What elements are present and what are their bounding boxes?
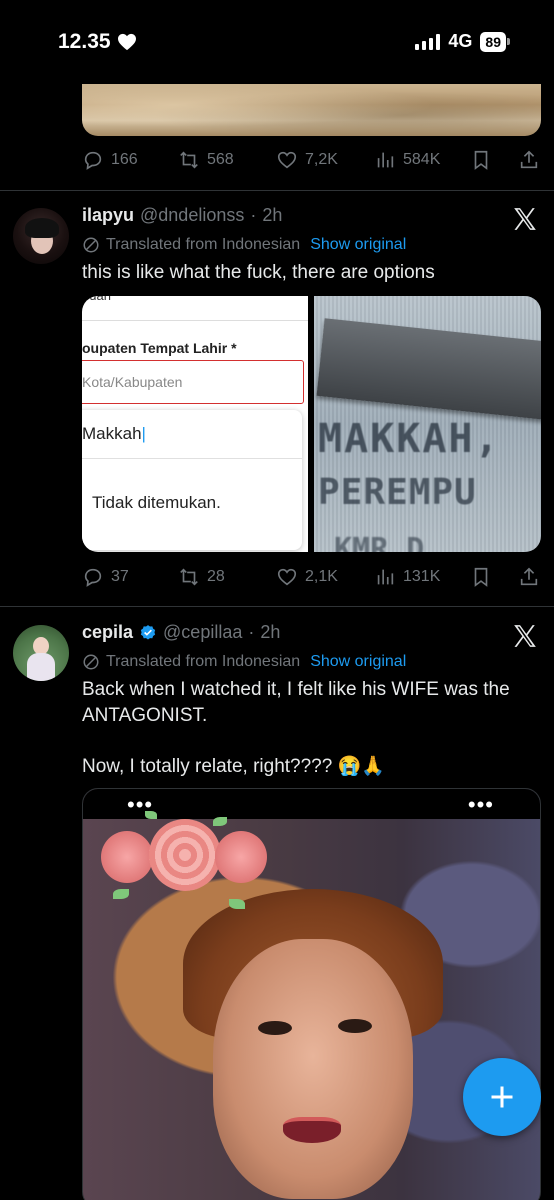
id-text-1: MAKKAH, xyxy=(318,416,501,462)
reply-icon xyxy=(84,568,102,587)
views-icon xyxy=(377,152,394,168)
separator-dot: · xyxy=(248,622,255,642)
feed-divider xyxy=(0,190,554,191)
form-label: oupaten Tempat Lahir * xyxy=(82,340,237,356)
bookmark-button[interactable] xyxy=(470,149,492,171)
repost-button[interactable]: 568 xyxy=(178,149,234,171)
tweet-header: cepila @cepillaa · 2h xyxy=(82,622,280,643)
share-icon xyxy=(520,150,538,169)
translate-icon xyxy=(83,237,99,253)
show-original-link[interactable]: Show original xyxy=(310,653,406,671)
form-cut-text: puan xyxy=(82,296,111,303)
translation-notice: Translated from Indonesian Show original xyxy=(82,653,406,671)
leaf-icon xyxy=(213,817,227,826)
repost-button[interactable]: 28 xyxy=(178,566,225,588)
translated-label: Translated from Indonesian xyxy=(106,236,301,253)
flower-left-icon xyxy=(101,831,153,883)
bookmark-button[interactable] xyxy=(470,566,492,588)
form-placeholder: Kota/Kabupaten xyxy=(82,374,183,390)
translate-icon xyxy=(83,654,99,670)
leaf-icon xyxy=(229,899,245,909)
x-logo-icon xyxy=(514,625,536,647)
compose-button[interactable] xyxy=(463,1058,541,1136)
signal-icon xyxy=(415,33,441,50)
views-button[interactable]: 131K xyxy=(374,566,440,588)
author-name[interactable]: ilapyu xyxy=(82,205,134,226)
like-count: 2,1K xyxy=(305,568,338,585)
views-count: 584K xyxy=(403,151,441,168)
like-count: 7,2K xyxy=(305,151,338,168)
translation-notice: Translated from Indonesian Show original xyxy=(82,236,406,254)
reply-count: 37 xyxy=(111,568,129,585)
author-handle[interactable]: @dndelionss xyxy=(140,205,244,226)
bookmark-icon xyxy=(474,567,488,587)
tweet-time[interactable]: 2h xyxy=(260,622,280,643)
tweet-text-paragraph-1: Back when I watched it, I felt like his … xyxy=(82,679,510,726)
like-button[interactable]: 2,1K xyxy=(276,566,338,588)
leaf-icon xyxy=(145,811,157,819)
tweet-text-paragraph-2: Now, I totally relate, right???? 😭🙏 xyxy=(82,756,385,777)
left-eye xyxy=(258,1021,292,1035)
share-button[interactable] xyxy=(518,149,540,171)
repost-count: 28 xyxy=(207,568,225,585)
battery-icon: 89 xyxy=(480,31,510,52)
id-text-3: KMR D xyxy=(334,532,425,552)
right-eye xyxy=(338,1019,372,1033)
woman-face xyxy=(213,939,413,1199)
mouth xyxy=(283,1117,341,1143)
like-icon xyxy=(277,568,297,586)
id-text-2: PEREMPU xyxy=(318,472,477,513)
x-logo-icon xyxy=(514,208,536,230)
tweet-text: this is like what the fuck, there are op… xyxy=(82,262,435,283)
flower-right-icon xyxy=(215,831,267,883)
flower-center-icon xyxy=(149,819,221,891)
reply-button[interactable]: 37 xyxy=(82,566,129,588)
avatar-ilapyu[interactable] xyxy=(13,208,69,264)
verified-badge-icon xyxy=(140,624,156,640)
tweet-header: ilapyu @dndelionss · 2h xyxy=(82,205,282,226)
tweet-actions: 37 28 2,1K 131K xyxy=(82,565,542,589)
translated-label: Translated from Indonesian xyxy=(106,653,301,670)
repost-count: 568 xyxy=(207,151,234,168)
more-dots-right-icon[interactable]: ••• xyxy=(468,794,494,816)
heart-status-icon xyxy=(117,33,136,51)
author-name[interactable]: cepila xyxy=(82,622,133,643)
separator-dot: · xyxy=(250,205,257,225)
status-time: 12.35 xyxy=(58,30,111,53)
reply-button[interactable]: 166 xyxy=(82,149,138,171)
share-icon xyxy=(520,567,538,586)
views-button[interactable]: 584K xyxy=(374,149,440,171)
dropdown-value: Makkah| xyxy=(82,424,146,443)
dropdown-empty: Tidak ditemukan. xyxy=(92,493,221,512)
battery-level: 89 xyxy=(480,31,506,52)
tweet-media-grid[interactable]: puan oupaten Tempat Lahir * Kota/Kabupat… xyxy=(82,296,541,552)
network-type: 4G xyxy=(448,31,473,51)
bookmark-icon xyxy=(474,150,488,170)
status-time-group: 12.35 xyxy=(58,30,137,54)
author-handle[interactable]: @cepillaa xyxy=(163,622,242,643)
repost-icon xyxy=(180,568,198,586)
like-button[interactable]: 7,2K xyxy=(276,149,338,171)
previous-tweet-image[interactable] xyxy=(82,84,541,136)
repost-icon xyxy=(180,151,198,169)
media-id-card-photo[interactable]: MAKKAH, PEREMPU KMR D xyxy=(314,296,541,552)
feed-divider xyxy=(0,606,554,607)
status-indicators: 4G 89 xyxy=(415,31,510,52)
show-original-link[interactable]: Show original xyxy=(310,236,406,254)
reply-icon xyxy=(84,151,102,170)
previous-tweet-actions: 166 568 7,2K 584K xyxy=(82,148,542,172)
share-button[interactable] xyxy=(518,566,540,588)
reply-count: 166 xyxy=(111,151,138,168)
avatar-cepila[interactable] xyxy=(13,625,69,681)
status-bar: 12.35 4G 89 xyxy=(0,0,554,84)
media-form-screenshot[interactable]: puan oupaten Tempat Lahir * Kota/Kabupat… xyxy=(82,296,308,552)
leaf-icon xyxy=(113,889,129,899)
plus-icon xyxy=(491,1086,513,1108)
views-icon xyxy=(377,569,394,585)
like-icon xyxy=(277,151,297,169)
tweet-time[interactable]: 2h xyxy=(262,205,282,226)
tweet-video-media[interactable]: ••• ••• xyxy=(82,788,541,1200)
views-count: 131K xyxy=(403,568,441,585)
